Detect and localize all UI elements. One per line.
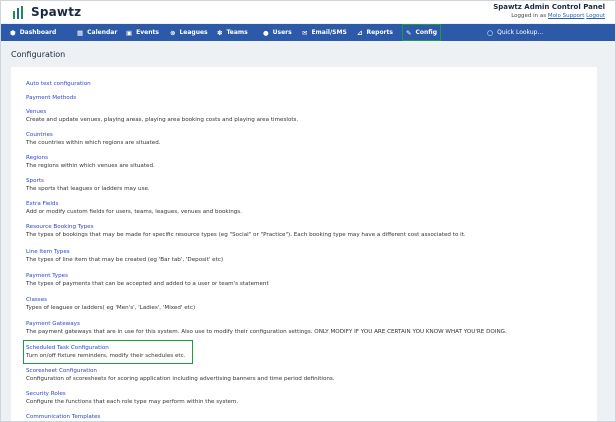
top-bar: Spawtz Spawtz Admin Control Panel Logged… xyxy=(1,1,615,23)
brand-logo[interactable]: Spawtz xyxy=(13,5,81,19)
logged-in-prefix: Logged in as xyxy=(511,13,547,19)
config-entry-line-item-types: Line Item Types The types of line item t… xyxy=(26,248,223,264)
config-description: The types of bookings that may be made f… xyxy=(26,232,466,238)
config-link[interactable]: Countries xyxy=(26,131,161,139)
brand-name: Spawtz xyxy=(31,5,82,19)
config-description: Types of leagues or ladders( eg 'Men's',… xyxy=(26,305,196,311)
nav-config[interactable]: ✎ Config xyxy=(402,24,441,41)
highlight-box xyxy=(23,340,193,364)
nav-events[interactable]: ▣ Events xyxy=(126,24,159,41)
config-link[interactable]: Payment Types xyxy=(26,272,269,280)
app-frame: Spawtz Spawtz Admin Control Panel Logged… xyxy=(0,0,616,422)
config-icon: ✎ xyxy=(406,28,412,37)
logout-link[interactable]: Logout xyxy=(586,13,605,19)
calendar-icon: ▦ xyxy=(77,28,84,37)
config-link[interactable]: Venues xyxy=(26,108,298,116)
config-link[interactable]: Classes xyxy=(26,296,195,304)
nav-label: Config xyxy=(415,29,437,36)
nav-label: Events xyxy=(136,29,159,36)
quick-lookup[interactable]: ○ Quick Lookup... xyxy=(487,24,543,41)
config-entry-payment-methods: Payment Methods xyxy=(26,94,76,102)
reports-icon: ⊿ xyxy=(357,28,363,37)
config-description: The payment gateways that are in use for… xyxy=(26,329,507,335)
config-description: Configuration of scoresheets for scoring… xyxy=(26,376,335,382)
config-entry-payment-types: Payment Types The types of payments that… xyxy=(26,272,269,288)
email-icon: ✉ xyxy=(302,28,308,37)
config-description: The sports that leagues or ladders may u… xyxy=(26,186,150,192)
page-title: Configuration xyxy=(11,50,66,59)
nav-label: Dashboard xyxy=(19,29,57,36)
config-entry-venues: Venues Create and update venues, playing… xyxy=(26,108,298,124)
logo-bars-icon xyxy=(13,5,23,19)
dashboard-icon: ⬢ xyxy=(10,28,16,37)
config-link[interactable]: Sports xyxy=(26,177,150,185)
config-link[interactable]: Scoresheet Configuration xyxy=(26,367,335,375)
config-link[interactable]: Regions xyxy=(26,154,155,162)
config-link[interactable]: Auto text configuration xyxy=(26,80,91,88)
current-user-link[interactable]: Molo Support xyxy=(548,13,585,19)
users-icon: ● xyxy=(263,28,269,37)
config-entry-payment-gateways: Payment Gateways The payment gateways th… xyxy=(26,320,507,336)
admin-info: Spawtz Admin Control Panel Logged in as … xyxy=(493,3,605,20)
nav-calendar[interactable]: ▦ Calendar xyxy=(77,24,117,41)
config-entry-communication-templates: Communication Templates xyxy=(26,413,100,421)
search-icon: ○ xyxy=(487,28,494,37)
nav-leagues[interactable]: ⊗ Leagues xyxy=(170,24,208,41)
leagues-icon: ⊗ xyxy=(170,28,176,37)
nav-label: Leagues xyxy=(179,29,208,36)
config-link[interactable]: Payment Methods xyxy=(26,94,76,102)
main-nav: ⬢ Dashboard ▦ Calendar ▣ Events ⊗ League… xyxy=(1,24,615,41)
login-status: Logged in as Molo Support Logout xyxy=(493,12,605,20)
nav-users[interactable]: ● Users xyxy=(263,24,292,41)
config-link[interactable]: Extra Fields xyxy=(26,200,242,208)
nav-label: Teams xyxy=(226,29,248,36)
config-entry-extra-fields: Extra Fields Add or modify custom fields… xyxy=(26,200,242,216)
nav-label: Calendar xyxy=(87,29,118,36)
config-entry-auto-text: Auto text configuration xyxy=(26,80,91,88)
nav-email-sms[interactable]: ✉ Email/SMS xyxy=(302,24,347,41)
config-entry-classes: Classes Types of leagues or ladders( eg … xyxy=(26,296,195,312)
teams-icon: ✽ xyxy=(217,28,223,37)
config-panel: Auto text configuration Payment Methods … xyxy=(11,67,597,421)
nav-reports[interactable]: ⊿ Reports xyxy=(357,24,393,41)
config-link[interactable]: Payment Gateways xyxy=(26,320,507,328)
config-description: Configure the functions that each role t… xyxy=(26,399,239,405)
config-description: The countries within which regions are s… xyxy=(26,140,161,146)
config-description: The types of payments that can be accept… xyxy=(26,281,269,287)
config-entry-regions: Regions The regions within which venues … xyxy=(26,154,155,170)
config-entry-security-roles: Security Roles Configure the functions t… xyxy=(26,390,238,406)
nav-label: Reports xyxy=(366,29,393,36)
config-description: Add or modify custom fields for users, t… xyxy=(26,209,242,215)
nav-label: Users xyxy=(272,29,292,36)
quick-lookup-label: Quick Lookup... xyxy=(497,29,544,36)
config-entry-resource-booking-types: Resource Booking Types The types of book… xyxy=(26,223,466,239)
config-link[interactable]: Line Item Types xyxy=(26,248,223,256)
nav-dashboard[interactable]: ⬢ Dashboard xyxy=(10,24,56,41)
config-description: The types of line item that may be creat… xyxy=(26,257,224,263)
config-entry-scoresheet: Scoresheet Configuration Configuration o… xyxy=(26,367,335,383)
config-entry-sports: Sports The sports that leagues or ladder… xyxy=(26,177,150,193)
nav-teams[interactable]: ✽ Teams xyxy=(217,24,248,41)
events-icon: ▣ xyxy=(126,28,133,37)
config-entry-countries: Countries The countries within which reg… xyxy=(26,131,161,147)
config-link[interactable]: Security Roles xyxy=(26,390,238,398)
config-description: The regions within which venues are situ… xyxy=(26,163,155,169)
admin-title: Spawtz Admin Control Panel xyxy=(493,3,605,11)
nav-label: Email/SMS xyxy=(311,29,347,36)
config-description: Create and update venues, playing areas,… xyxy=(26,117,299,123)
config-link[interactable]: Resource Booking Types xyxy=(26,223,466,231)
config-link[interactable]: Communication Templates xyxy=(26,413,100,421)
